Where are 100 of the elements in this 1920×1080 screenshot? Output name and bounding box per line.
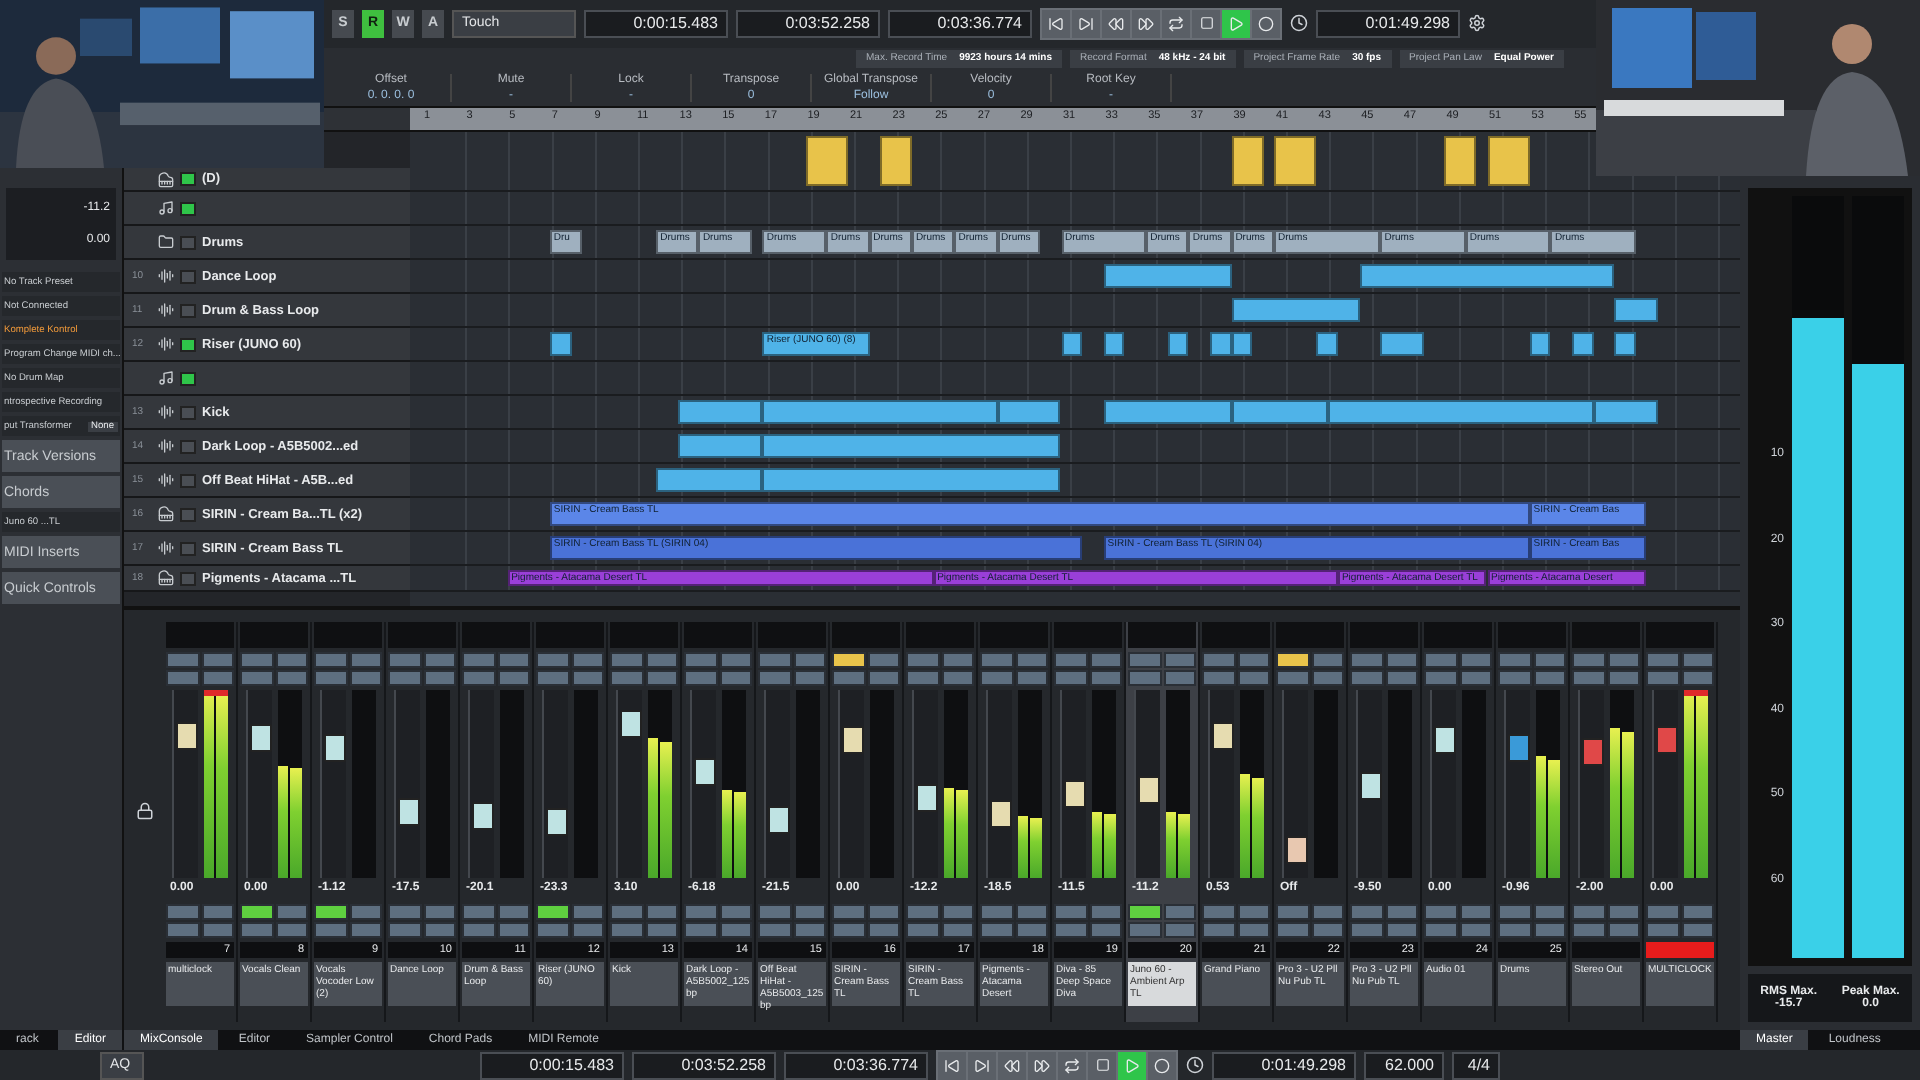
fader-handle[interactable] (842, 726, 864, 755)
listen-button[interactable] (758, 670, 791, 686)
record-button[interactable] (906, 922, 939, 938)
clip[interactable] (1231, 332, 1253, 356)
solo-button[interactable] (1607, 652, 1640, 668)
edit-button[interactable] (423, 670, 456, 686)
right-locator-field[interactable]: 0:03:52.258 (632, 1051, 776, 1079)
edit-button[interactable] (201, 670, 234, 686)
clip[interactable] (1274, 136, 1317, 186)
clip[interactable] (1487, 136, 1530, 186)
fader-handle[interactable] (1508, 733, 1530, 762)
monitor-button[interactable] (1128, 904, 1161, 920)
write-button[interactable] (1385, 922, 1418, 938)
solo-button[interactable] (719, 652, 752, 668)
right-locator-field[interactable]: 0:03:52.258 (736, 9, 880, 38)
go-to-end-button[interactable] (968, 1051, 996, 1079)
record-button[interactable] (1572, 922, 1605, 938)
clip[interactable] (1231, 136, 1264, 186)
clip[interactable] (879, 136, 912, 186)
clip[interactable] (1614, 298, 1658, 322)
read-button[interactable] (497, 904, 530, 920)
mute-button[interactable] (1276, 652, 1309, 668)
read-button[interactable] (1237, 904, 1270, 920)
listen-button[interactable] (240, 670, 273, 686)
solo-button[interactable] (349, 652, 382, 668)
edit-button[interactable] (1459, 670, 1492, 686)
monitor-button[interactable] (180, 371, 196, 385)
solo-button[interactable] (1385, 652, 1418, 668)
fader-handle[interactable] (546, 808, 568, 837)
solo-button[interactable] (497, 652, 530, 668)
record-button[interactable] (980, 922, 1013, 938)
record-button[interactable] (388, 922, 421, 938)
edit-button[interactable] (571, 670, 604, 686)
cycle-button[interactable] (1162, 9, 1190, 38)
listen-button[interactable] (536, 670, 569, 686)
listen-button[interactable] (1350, 670, 1383, 686)
edit-button[interactable] (1681, 670, 1714, 686)
read-button[interactable] (1015, 904, 1048, 920)
fader-handle[interactable] (1582, 738, 1604, 766)
listen-button[interactable] (314, 670, 347, 686)
record-button[interactable] (462, 922, 495, 938)
record-button[interactable] (1646, 922, 1679, 938)
record-button[interactable] (1350, 922, 1383, 938)
solo-button[interactable] (423, 652, 456, 668)
clip[interactable] (677, 434, 763, 458)
clip[interactable] (1210, 332, 1232, 356)
left-locator-field[interactable]: 0:00:15.483 (480, 1051, 624, 1079)
clip[interactable] (1593, 400, 1658, 424)
edit-button[interactable] (1089, 670, 1122, 686)
rewind-button[interactable] (998, 1051, 1026, 1079)
record-button[interactable] (1424, 922, 1457, 938)
signature-field[interactable]: 4/4 (1452, 1051, 1500, 1079)
fader-handle[interactable] (250, 723, 272, 752)
clip[interactable] (549, 332, 572, 356)
clip[interactable] (1167, 332, 1189, 356)
edit-button[interactable] (275, 670, 308, 686)
edit-button[interactable] (1163, 670, 1196, 686)
listen-button[interactable] (906, 670, 939, 686)
clip[interactable] (805, 136, 848, 186)
solo-button[interactable] (1459, 652, 1492, 668)
clip[interactable] (1444, 136, 1477, 186)
listen-button[interactable] (1498, 670, 1531, 686)
solo-button[interactable] (941, 652, 974, 668)
fader-handle[interactable] (620, 710, 642, 739)
clip[interactable] (1316, 332, 1338, 356)
play-button[interactable] (1118, 1051, 1146, 1079)
fader-handle[interactable] (1656, 725, 1678, 754)
listen-button[interactable] (1054, 670, 1087, 686)
clip[interactable] (1380, 332, 1424, 356)
read-button[interactable] (423, 904, 456, 920)
read-button[interactable] (1607, 904, 1640, 920)
fader-handle[interactable] (398, 797, 420, 826)
record-button[interactable] (1252, 9, 1280, 38)
listen-button[interactable] (388, 670, 421, 686)
write-button[interactable] (867, 922, 900, 938)
write-button[interactable] (719, 922, 752, 938)
forward-button[interactable] (1028, 1051, 1056, 1079)
fader-handle[interactable] (916, 784, 938, 813)
read-button[interactable] (867, 904, 900, 920)
monitor-button[interactable] (314, 904, 347, 920)
edit-button[interactable] (349, 670, 382, 686)
stop-button[interactable] (1088, 1051, 1116, 1079)
clip[interactable] (1061, 332, 1083, 356)
read-button[interactable] (793, 904, 826, 920)
listen-button[interactable] (1572, 670, 1605, 686)
edit-button[interactable] (1385, 670, 1418, 686)
solo-button[interactable] (1163, 652, 1196, 668)
write-button[interactable] (571, 922, 604, 938)
record-button[interactable] (1202, 922, 1235, 938)
listen-button[interactable] (1128, 670, 1161, 686)
listen-button[interactable] (980, 670, 1013, 686)
mute-button[interactable] (832, 652, 865, 668)
record-button[interactable] (1498, 922, 1531, 938)
read-button[interactable] (1311, 904, 1344, 920)
write-button[interactable] (1607, 922, 1640, 938)
listen-button[interactable] (1646, 670, 1679, 686)
clip[interactable] (762, 468, 1061, 492)
write-button[interactable] (349, 922, 382, 938)
listen-button[interactable] (166, 670, 199, 686)
edit-button[interactable] (497, 670, 530, 686)
